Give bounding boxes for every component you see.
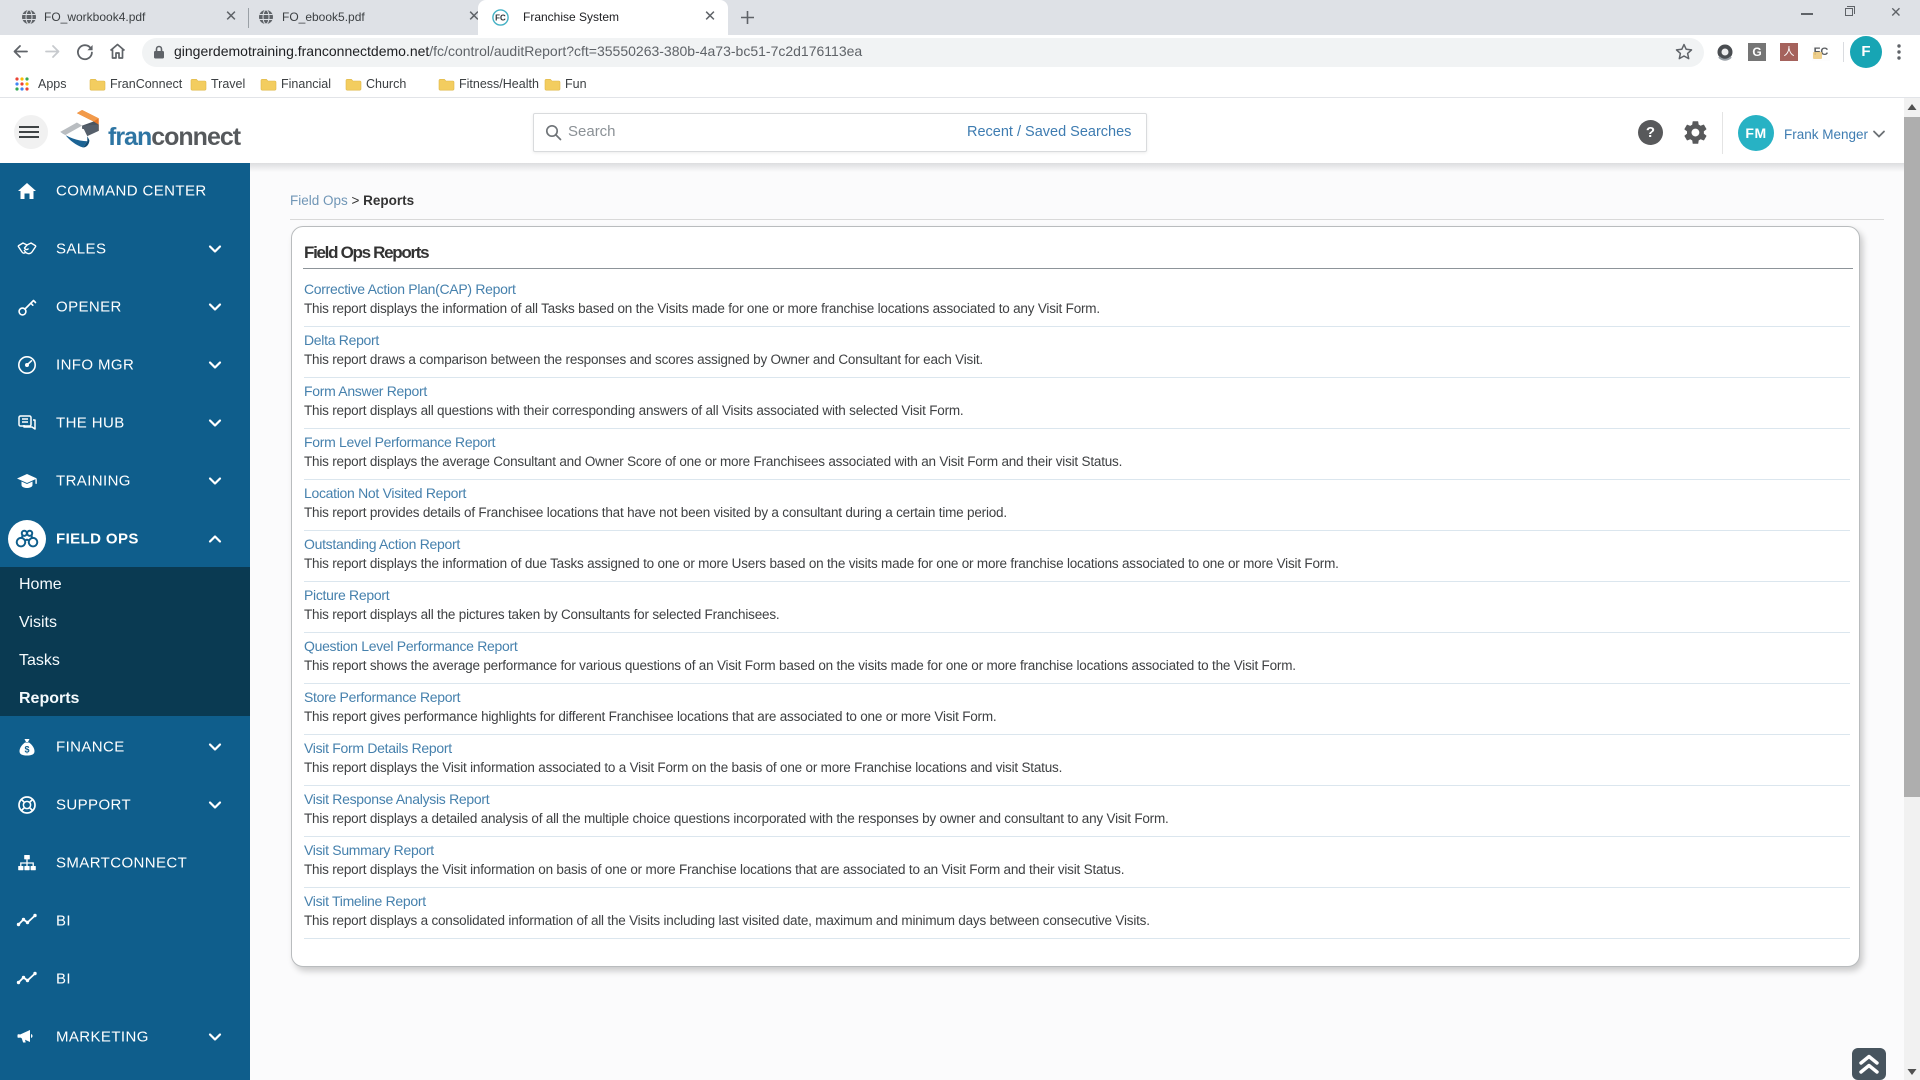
svg-text:FC: FC xyxy=(495,13,506,22)
svg-text:$: $ xyxy=(24,745,29,755)
